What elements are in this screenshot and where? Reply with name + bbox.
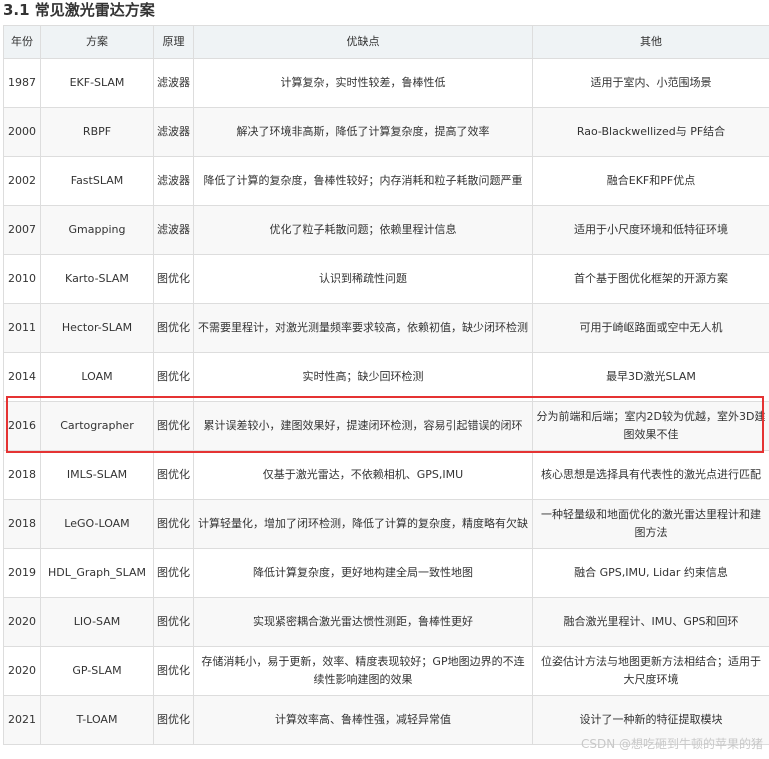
cell-other: 融合 GPS,IMU, Lidar 约束信息 (532, 548, 769, 598)
cell-scheme: GP-SLAM (40, 646, 154, 696)
cell-other: 分为前端和后端；室内2D较为优越，室外3D建图效果不佳 (532, 401, 769, 451)
table-row: 2020 GP-SLAM 图优化 存储消耗小，易于更新，效率、精度表现较好；GP地图边… (3, 646, 769, 696)
slam-comparison-table: 年份 方案 原理 优缺点 其他 1987 EKF-SLAM 滤波器 计算复杂，实时性较… (3, 25, 769, 745)
cell-pros-cons: 降低计算复杂度，更好地构建全局一致性地图 (193, 548, 533, 598)
cell-principle: 图优化 (153, 597, 194, 647)
cell-pros-cons: 仅基于激光雷达，不依赖相机、GPS,IMU (193, 450, 533, 500)
header-row: 年份 方案 原理 优缺点 其他 (3, 25, 769, 59)
cell-pros-cons: 累计误差较小，建图效果好，提速闭环检测，容易引起错误的闭环 (193, 401, 533, 451)
cell-principle: 图优化 (153, 548, 194, 598)
table-row: 2020 LIO-SAM 图优化 实现紧密耦合激光雷达惯性测距，鲁棒性更好 融合激光里程… (3, 597, 769, 647)
cell-year: 2020 (3, 646, 41, 696)
cell-scheme: Cartographer (40, 401, 154, 451)
table-row: 2000 RBPF 滤波器 解决了环境非高斯，降低了计算复杂度，提高了效率 Rao-Bl… (3, 107, 769, 157)
cell-principle: 图优化 (153, 401, 194, 451)
cell-year: 2007 (3, 205, 41, 255)
table-row: 2002 FastSLAM 滤波器 降低了计算的复杂度，鲁棒性较好；内存消耗和粒子耗散… (3, 156, 769, 206)
cell-principle: 滤波器 (153, 156, 194, 206)
cell-other: 最早3D激光SLAM (532, 352, 769, 402)
cell-pros-cons: 降低了计算的复杂度，鲁棒性较好；内存消耗和粒子耗散问题严重 (193, 156, 533, 206)
cell-year: 2002 (3, 156, 41, 206)
cell-scheme: Hector-SLAM (40, 303, 154, 353)
cell-year: 2014 (3, 352, 41, 402)
table-row: 2016 Cartographer 图优化 累计误差较小，建图效果好，提速闭环检测，容… (3, 401, 769, 451)
cell-principle: 图优化 (153, 646, 194, 696)
cell-year: 2011 (3, 303, 41, 353)
cell-other: 适用于小尺度环境和低特征环境 (532, 205, 769, 255)
cell-scheme: Gmapping (40, 205, 154, 255)
cell-principle: 图优化 (153, 695, 194, 745)
cell-other: 融合EKF和PF优点 (532, 156, 769, 206)
cell-pros-cons: 计算轻量化，增加了闭环检测，降低了计算的复杂度，精度略有欠缺 (193, 499, 533, 549)
cell-scheme: T-LOAM (40, 695, 154, 745)
table-row: 1987 EKF-SLAM 滤波器 计算复杂，实时性较差，鲁棒性低 适用于室内、小范围场… (3, 58, 769, 108)
cell-scheme: RBPF (40, 107, 154, 157)
cell-year: 2020 (3, 597, 41, 647)
cell-other: 位姿估计方法与地图更新方法相结合；适用于大尺度环境 (532, 646, 769, 696)
table-row: 2007 Gmapping 滤波器 优化了粒子耗散问题；依赖里程计信息 适用于小尺度环境… (3, 205, 769, 255)
cell-scheme: LOAM (40, 352, 154, 402)
cell-pros-cons: 优化了粒子耗散问题；依赖里程计信息 (193, 205, 533, 255)
cell-year: 2010 (3, 254, 41, 304)
cell-principle: 图优化 (153, 499, 194, 549)
cell-principle: 图优化 (153, 303, 194, 353)
header-other: 其他 (532, 25, 769, 59)
cell-scheme: IMLS-SLAM (40, 450, 154, 500)
cell-principle: 滤波器 (153, 205, 194, 255)
section-heading: 3.1 常见激光雷达方案 (3, 1, 155, 19)
cell-pros-cons: 实时性高；缺少回环检测 (193, 352, 533, 402)
cell-pros-cons: 认识到稀疏性问题 (193, 254, 533, 304)
cell-principle: 图优化 (153, 254, 194, 304)
cell-scheme: EKF-SLAM (40, 58, 154, 108)
cell-pros-cons: 解决了环境非高斯，降低了计算复杂度，提高了效率 (193, 107, 533, 157)
table-row: 2018 LeGO-LOAM 图优化 计算轻量化，增加了闭环检测，降低了计算的复杂度，… (3, 499, 769, 549)
table-row: 2019 HDL_Graph_SLAM 图优化 降低计算复杂度，更好地构建全局一致性地… (3, 548, 769, 598)
cell-pros-cons: 实现紧密耦合激光雷达惯性测距，鲁棒性更好 (193, 597, 533, 647)
cell-other: 可用于崎岖路面或空中无人机 (532, 303, 769, 353)
cell-pros-cons: 不需要里程计，对激光测量频率要求较高，依赖初值，缺少闭环检测 (193, 303, 533, 353)
header-scheme: 方案 (40, 25, 154, 59)
cell-other: 首个基于图优化框架的开源方案 (532, 254, 769, 304)
table-row: 2014 LOAM 图优化 实时性高；缺少回环检测 最早3D激光SLAM (3, 352, 769, 402)
cell-principle: 图优化 (153, 352, 194, 402)
header-pros-cons: 优缺点 (193, 25, 533, 59)
cell-scheme: HDL_Graph_SLAM (40, 548, 154, 598)
cell-year: 2018 (3, 450, 41, 500)
csdn-watermark: CSDN @想吃砸到牛顿的苹果的猪 (580, 737, 763, 751)
header-principle: 原理 (153, 25, 194, 59)
table-row: 2010 Karto-SLAM 图优化 认识到稀疏性问题 首个基于图优化框架的开源方案 (3, 254, 769, 304)
page: 3.1 常见激光雷达方案 年份 方案 原理 优缺点 其他 1987 EKF-SLA… (0, 0, 769, 759)
cell-scheme: Karto-SLAM (40, 254, 154, 304)
cell-pros-cons: 计算复杂，实时性较差，鲁棒性低 (193, 58, 533, 108)
cell-year: 2019 (3, 548, 41, 598)
cell-pros-cons: 计算效率高、鲁棒性强，减轻异常值 (193, 695, 533, 745)
cell-scheme: LeGO-LOAM (40, 499, 154, 549)
cell-other: 核心思想是选择具有代表性的激光点进行匹配 (532, 450, 769, 500)
cell-year: 1987 (3, 58, 41, 108)
cell-other: 融合激光里程计、IMU、GPS和回环 (532, 597, 769, 647)
table-row: 2018 IMLS-SLAM 图优化 仅基于激光雷达，不依赖相机、GPS,IMU 核心思… (3, 450, 769, 500)
cell-other: 适用于室内、小范围场景 (532, 58, 769, 108)
cell-scheme: FastSLAM (40, 156, 154, 206)
cell-year: 2000 (3, 107, 41, 157)
cell-other: 一种轻量级和地面优化的激光雷达里程计和建图方法 (532, 499, 769, 549)
cell-pros-cons: 存储消耗小，易于更新，效率、精度表现较好；GP地图边界的不连续性影响建图的效果 (193, 646, 533, 696)
cell-year: 2021 (3, 695, 41, 745)
header-year: 年份 (3, 25, 41, 59)
table-body: 1987 EKF-SLAM 滤波器 计算复杂，实时性较差，鲁棒性低 适用于室内、小范围场… (3, 58, 769, 745)
cell-year: 2018 (3, 499, 41, 549)
cell-other: Rao-Blackwellized与 PF结合 (532, 107, 769, 157)
table-row: 2011 Hector-SLAM 图优化 不需要里程计，对激光测量频率要求较高，依赖初… (3, 303, 769, 353)
table-header: 年份 方案 原理 优缺点 其他 (3, 25, 769, 59)
cell-scheme: LIO-SAM (40, 597, 154, 647)
cell-principle: 图优化 (153, 450, 194, 500)
cell-principle: 滤波器 (153, 107, 194, 157)
cell-year: 2016 (3, 401, 41, 451)
cell-principle: 滤波器 (153, 58, 194, 108)
